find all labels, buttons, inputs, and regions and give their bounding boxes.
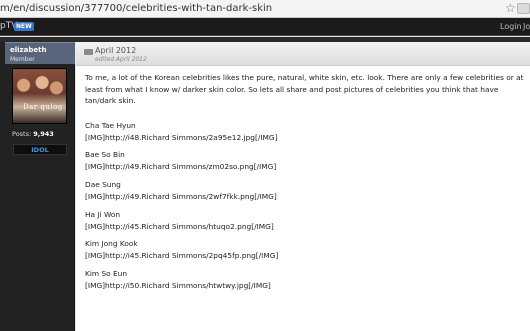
celebrity-name: Kim Jong Kook [85,239,138,248]
author-name[interactable]: elizabeth [10,46,46,54]
image-bbcode: [IMG]http://i45.Richard Simmons/htuqo2.p… [85,221,274,231]
list-item: Kim So Eun [IMG]http://i50.Richard Simmo… [85,268,525,291]
url-text[interactable]: m/en/discussion/377700/celebrities-with-… [0,3,272,14]
list-item: Cha Tae Hyun [IMG]http://i48.Richard Sim… [85,120,525,143]
extension-icon[interactable] [517,3,530,14]
list-item: Ha Ji Won [IMG]http://i45.Richard Simmon… [85,209,525,232]
login-link[interactable]: Login [500,22,522,31]
avatar[interactable]: Dar qulog [12,68,67,124]
author-sidebar: elizabeth Member Dar qulog Posts: 9,943 … [0,42,75,331]
post-count: Posts: 9,943 [12,130,54,138]
image-bbcode: [IMG]http://i48.Richard Simmons/2a95e12.… [85,132,278,142]
avatar-caption: Dar qulog [23,103,63,111]
site-top-nav: pTV NEW Login Jo [0,18,530,36]
celebrity-name: Kim So Eun [85,269,128,278]
post-count-value: 9,943 [33,130,54,138]
celebrity-name: Bae So Bin [85,150,125,159]
list-item: Bae So Bin [IMG]http://i49.Richard Simmo… [85,149,525,172]
rank-badge: IDOL [13,144,67,155]
join-link[interactable]: Jo [523,22,530,31]
image-bbcode: [IMG]http://i49.Richard Simmons/2wf7fkk.… [85,191,277,201]
post-date[interactable]: April 2012 [95,46,136,55]
post-intro: To me, a lot of the Korean celebrities l… [85,73,524,105]
new-badge: NEW [14,22,34,31]
celebrity-name: Cha Tae Hyun [85,121,136,130]
browser-address-bar[interactable]: m/en/discussion/377700/celebrities-with-… [0,0,530,18]
image-bbcode: [IMG]http://i45.Richard Simmons/2pq45fp.… [85,250,279,260]
post-edited: edited April 2012 [95,56,147,63]
celebrity-name: Dae Sung [85,180,121,189]
post-content: April 2012 edited April 2012 To me, a lo… [76,42,530,331]
post-icon [84,49,93,55]
author-role: Member [10,56,35,63]
image-bbcode: [IMG]http://i49.Richard Simmons/zm02so.p… [85,161,277,171]
post-count-label: Posts: [12,130,32,138]
celebrity-name: Ha Ji Won [85,210,121,219]
image-bbcode: [IMG]http://i50.Richard Simmons/htwtwy.j… [85,280,271,290]
post-meta-bar: April 2012 edited April 2012 [76,42,530,66]
bookmark-star-icon[interactable]: ☆ [505,1,516,15]
list-item: Dae Sung [IMG]http://i49.Richard Simmons… [85,179,525,202]
list-item: Kim Jong Kook [IMG]http://i45.Richard Si… [85,238,525,261]
